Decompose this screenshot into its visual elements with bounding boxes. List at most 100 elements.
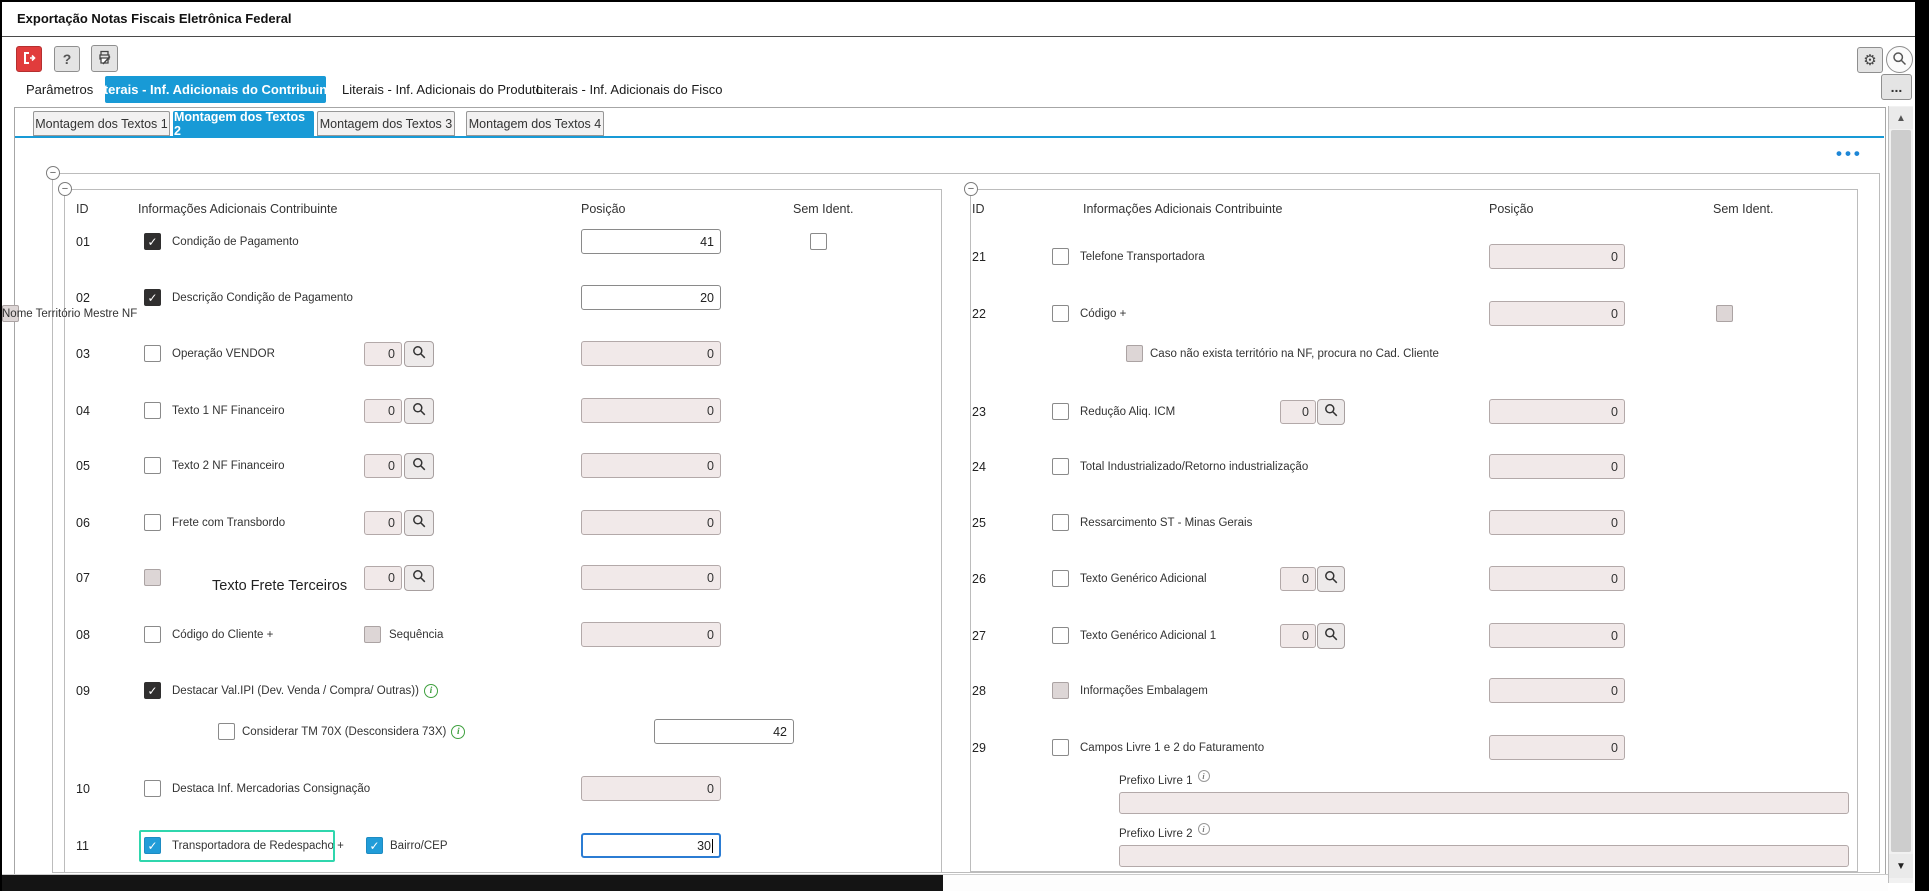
row-checkbox[interactable] — [144, 402, 161, 419]
settings-button[interactable]: ⚙ — [1857, 47, 1883, 73]
row-label: Frete com Transbordo — [172, 514, 285, 532]
collapse-icon-right[interactable]: − — [964, 182, 978, 196]
row-checkbox[interactable] — [144, 514, 161, 531]
lookup-search-button[interactable] — [404, 565, 434, 591]
row-label: Bairro/CEP — [390, 837, 448, 855]
prefixo-livre-2-label: Prefixo Livre 2 — [1119, 828, 1193, 840]
active-subtab-underline — [15, 136, 1884, 138]
lookup-input: 0 — [364, 342, 402, 366]
gear-icon: ⚙ — [1863, 51, 1876, 69]
row-checkbox[interactable] — [144, 626, 161, 643]
window-title: Exportação Notas Fiscais Eletrônica Fede… — [17, 11, 292, 26]
info-icon: i — [451, 725, 465, 739]
search-icon — [412, 345, 426, 364]
row-label: Texto Frete Terceiros — [212, 577, 347, 595]
row-checkbox[interactable]: ✓ — [144, 289, 161, 306]
posicao-input: 0 — [581, 510, 721, 535]
row-label: Total Industrializado/Retorno industrial… — [1080, 458, 1308, 476]
panel-overflow-dots[interactable]: ••• — [1836, 144, 1863, 164]
exit-button[interactable] — [16, 46, 42, 72]
lookup-search-button[interactable] — [404, 453, 434, 479]
row-label: Código + — [1080, 305, 1126, 323]
tab-literais-contribuinte[interactable]: Literais - Inf. Adicionais do Contribuin… — [105, 76, 326, 103]
row-checkbox[interactable] — [1052, 627, 1069, 644]
row-checkbox[interactable] — [1052, 570, 1069, 587]
row-checkbox[interactable] — [144, 345, 161, 362]
horizontal-scrollbar-thumb[interactable] — [2, 875, 943, 891]
lookup-search-button[interactable] — [404, 510, 434, 536]
row-id: 02 — [76, 290, 90, 306]
text-caret — [712, 839, 713, 853]
row-checkbox[interactable] — [1052, 248, 1069, 265]
posicao-input[interactable]: 20 — [581, 285, 721, 310]
col-header-posicao: Posição — [581, 201, 625, 217]
posicao-input[interactable]: 41 — [581, 229, 721, 254]
posicao-input: 0 — [1489, 454, 1625, 479]
col-header-posicao: Posição — [1489, 201, 1533, 217]
tab-literais-produto[interactable]: Literais - Inf. Adicionais do Produto — [342, 76, 543, 103]
printer-icon — [96, 49, 113, 69]
row-label: Operação VENDOR — [172, 345, 275, 363]
row-checkbox[interactable] — [1052, 403, 1069, 420]
scroll-up-button[interactable]: ▲ — [1889, 107, 1913, 129]
row-checkbox — [1126, 345, 1143, 362]
posicao-input[interactable]: 30 — [581, 833, 721, 858]
col-header-info: Informações Adicionais Contribuinte — [1083, 201, 1282, 217]
row-checkbox[interactable]: ✓ — [144, 682, 161, 699]
tab-literais-fisco[interactable]: Literais - Inf. Adicionais do Fisco — [536, 76, 722, 103]
help-button[interactable]: ? — [54, 46, 80, 72]
row-checkbox[interactable] — [1052, 739, 1069, 756]
check-icon: ✓ — [147, 685, 157, 697]
collapse-icon-left[interactable]: − — [58, 182, 72, 196]
prefixo-livre-1-label: Prefixo Livre 1 — [1119, 775, 1193, 787]
secondary-checkbox[interactable]: ✓ — [366, 837, 383, 854]
check-icon: ✓ — [369, 840, 379, 852]
row-label: Considerar TM 70X (Desconsidera 73X)i — [242, 723, 465, 741]
row-id: 22 — [972, 306, 986, 322]
lookup-search-button[interactable] — [1317, 566, 1345, 592]
collapse-icon-outer[interactable]: − — [46, 166, 60, 180]
lookup-search-button[interactable] — [404, 341, 434, 367]
more-options-button[interactable]: ... — [1881, 74, 1912, 100]
subtab-montagem-textos-3[interactable]: Montagem dos Textos 3 — [317, 111, 455, 136]
secondary-checkbox — [364, 626, 381, 643]
row-checkbox[interactable] — [1052, 458, 1069, 475]
subtab-montagem-textos-4[interactable]: Montagem dos Textos 4 — [466, 111, 604, 136]
row-label: Destaca Inf. Mercadorias Consignação — [172, 780, 370, 798]
posicao-input: 0 — [1489, 678, 1625, 703]
focus-ring — [139, 830, 335, 862]
posicao-input: 0 — [1489, 566, 1625, 591]
row-checkbox[interactable] — [144, 780, 161, 797]
subtab-montagem-textos-1[interactable]: Montagem dos Textos 1 — [33, 111, 170, 136]
row-checkbox — [144, 569, 161, 586]
row-checkbox[interactable] — [218, 723, 235, 740]
title-separator — [2, 36, 1915, 37]
posicao-input: 0 — [1489, 623, 1625, 648]
subtab-montagem-textos-2[interactable]: Montagem dos Textos 2 — [173, 111, 314, 136]
print-button[interactable] — [91, 45, 118, 72]
tab-parametros[interactable]: Parâmetros — [26, 76, 93, 103]
search-icon — [1324, 570, 1338, 589]
lookup-input: 0 — [364, 399, 402, 423]
row-label: Condição de Pagamento — [172, 233, 299, 251]
lookup-search-button[interactable] — [1317, 399, 1345, 425]
posicao-input: 0 — [581, 398, 721, 423]
lookup-input: 0 — [1280, 400, 1316, 424]
col-header-sem-ident: Sem Ident. — [793, 201, 853, 217]
sem-ident-checkbox[interactable] — [810, 233, 827, 250]
info-icon: i — [1198, 823, 1210, 835]
row-checkbox[interactable] — [1052, 305, 1069, 322]
row-checkbox[interactable] — [1052, 514, 1069, 531]
row-label: Código do Cliente + — [172, 626, 273, 644]
row-checkbox[interactable]: ✓ — [144, 233, 161, 250]
col-header-sem-ident: Sem Ident. — [1713, 201, 1773, 217]
posicao-input: 0 — [1489, 244, 1625, 269]
row-label: Texto 1 NF Financeiro — [172, 402, 285, 420]
lookup-search-button[interactable] — [404, 398, 434, 424]
posicao-input[interactable]: 42 — [654, 719, 794, 744]
search-button[interactable] — [1886, 46, 1913, 73]
scroll-down-button[interactable]: ▼ — [1889, 854, 1913, 878]
vertical-scrollbar-thumb[interactable] — [1891, 130, 1911, 852]
row-checkbox[interactable] — [144, 457, 161, 474]
lookup-search-button[interactable] — [1317, 623, 1345, 649]
